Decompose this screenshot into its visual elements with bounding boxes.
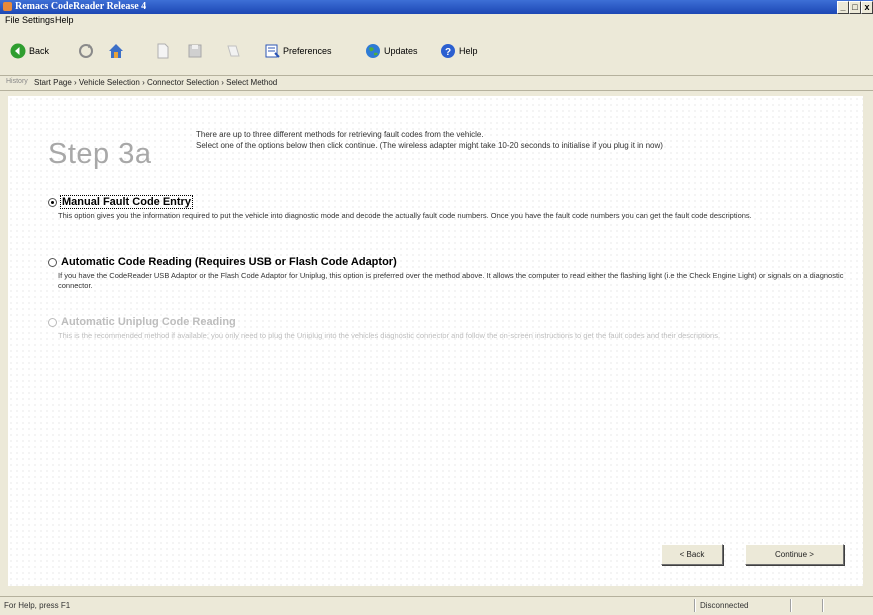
option-automatic-reading[interactable]: Automatic Code Reading (Requires USB or … — [48, 256, 848, 291]
help-label: Help — [459, 46, 478, 56]
back-nav-button[interactable]: < Back — [661, 544, 723, 565]
option-description: This is the recommended method if availa… — [58, 331, 721, 340]
home-button[interactable] — [108, 39, 127, 63]
preferences-label: Preferences — [283, 46, 332, 56]
uniplug-reading-radio — [48, 317, 57, 327]
option-description: This option gives you the information re… — [58, 211, 752, 220]
minimize-button[interactable]: _ — [837, 1, 849, 14]
print-button[interactable] — [225, 39, 244, 63]
save-icon — [188, 44, 202, 58]
intro-line-2: Select one of the options below then cli… — [196, 140, 663, 150]
refresh-icon — [79, 44, 93, 58]
main-panel: Step 3a There are up to three different … — [8, 96, 863, 586]
status-bar: For Help, press F1 Disconnected — [0, 596, 873, 615]
close-button[interactable]: x — [861, 1, 873, 14]
manual-entry-radio[interactable] — [48, 197, 57, 207]
intro-text: There are up to three different methods … — [196, 130, 846, 151]
refresh-button[interactable] — [78, 39, 97, 63]
back-label: Back — [29, 46, 50, 56]
window-title: Remacs CodeReader Release 4 — [15, 1, 147, 12]
updates-label: Updates — [384, 46, 418, 56]
help-icon: ? — [441, 44, 455, 58]
app-icon — [3, 2, 12, 11]
maximize-button[interactable]: □ — [849, 1, 861, 14]
toolbar: Back Preferences Updates ? Help — [0, 27, 873, 75]
status-hint: For Help, press F1 — [4, 601, 71, 610]
option-title: Automatic Uniplug Code Reading — [61, 316, 236, 328]
connection-status: Disconnected — [700, 601, 749, 610]
menu-help[interactable]: Help — [55, 15, 74, 25]
back-arrow-icon — [10, 43, 26, 59]
option-description: If you have the CodeReader USB Adaptor o… — [58, 271, 844, 290]
breadcrumb-items[interactable]: Start Page › Vehicle Selection › Connect… — [34, 78, 277, 87]
preferences-button[interactable]: Preferences — [264, 39, 332, 63]
option-title[interactable]: Manual Fault Code Entry — [60, 195, 193, 209]
breadcrumb-label: History — [6, 78, 28, 85]
print-icon — [227, 45, 240, 57]
option-uniplug-reading: Automatic Uniplug Code Reading This is t… — [48, 316, 848, 341]
menu-settings[interactable]: Settings — [22, 15, 55, 25]
menu-file[interactable]: File — [5, 15, 20, 25]
status-divider — [790, 599, 792, 612]
menu-bar: File Settings Help — [0, 14, 873, 27]
help-button[interactable]: ? Help — [440, 39, 478, 63]
continue-button[interactable]: Continue > — [745, 544, 844, 565]
breadcrumb: History Start Page › Vehicle Selection ›… — [0, 75, 873, 91]
option-manual-entry[interactable]: Manual Fault Code Entry This option give… — [48, 195, 848, 221]
open-button[interactable] — [155, 39, 174, 63]
save-button[interactable] — [187, 39, 206, 63]
home-icon — [109, 44, 123, 58]
title-bar: Remacs CodeReader Release 4 _ □ x — [0, 0, 873, 14]
intro-line-1: There are up to three different methods … — [196, 130, 484, 139]
preferences-icon — [265, 44, 280, 58]
updates-button[interactable]: Updates — [365, 39, 418, 63]
option-title[interactable]: Automatic Code Reading (Requires USB or … — [61, 256, 397, 268]
svg-text:?: ? — [445, 47, 451, 58]
back-button[interactable]: Back — [10, 39, 49, 63]
page-title: Step 3a — [48, 138, 152, 170]
status-divider — [822, 599, 824, 612]
status-divider — [694, 599, 696, 612]
automatic-reading-radio[interactable] — [48, 257, 57, 267]
open-document-icon — [157, 43, 169, 59]
globe-icon — [366, 44, 380, 58]
